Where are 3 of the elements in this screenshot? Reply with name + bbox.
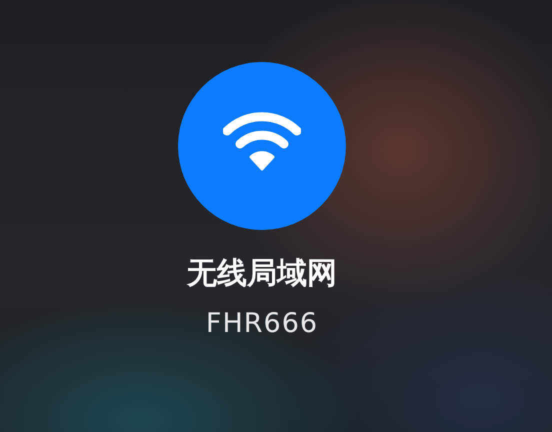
network-name: FHR666 [206,307,318,341]
wifi-label: 无线局域网 [187,256,337,292]
wifi-icon [223,111,301,171]
